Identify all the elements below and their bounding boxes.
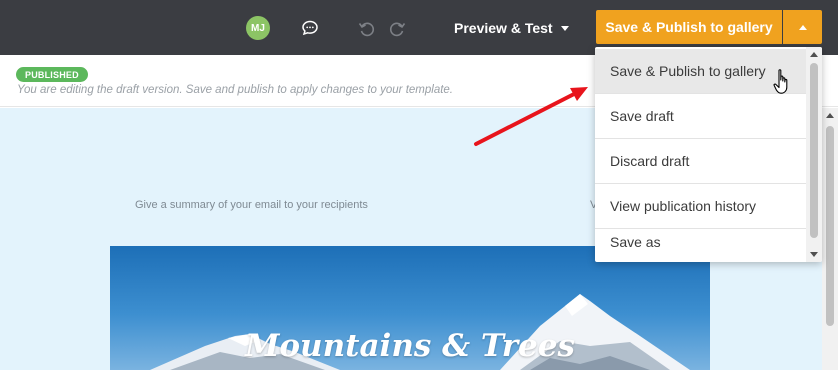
scrollbar-thumb[interactable] <box>826 126 834 326</box>
status-badge: PUBLISHED <box>16 67 88 82</box>
preheader-summary[interactable]: Give a summary of your email to your rec… <box>135 199 368 211</box>
publish-menu-toggle[interactable] <box>783 10 822 44</box>
hero-title: Mountains & Trees <box>245 328 575 364</box>
scroll-up-icon[interactable] <box>826 113 834 118</box>
comment-icon[interactable] <box>298 16 322 40</box>
user-avatar[interactable]: MJ <box>246 16 270 40</box>
save-publish-button[interactable]: Save & Publish to gallery <box>596 10 782 44</box>
hero-image[interactable]: Mountains & Trees <box>110 246 710 370</box>
menu-item-save-draft[interactable]: Save draft <box>595 94 806 139</box>
scroll-up-icon[interactable] <box>810 52 818 57</box>
chevron-down-icon <box>560 25 569 31</box>
undo-icon[interactable] <box>354 16 378 40</box>
preview-test-label: Preview & Test <box>454 20 553 36</box>
hand-cursor-icon <box>773 69 788 94</box>
redo-icon[interactable] <box>386 16 410 40</box>
menu-item-discard-draft[interactable]: Discard draft <box>595 139 806 184</box>
page-scrollbar[interactable] <box>822 108 838 370</box>
scroll-down-icon[interactable] <box>810 252 818 257</box>
dropdown-scrollbar-thumb[interactable] <box>810 63 818 238</box>
preview-test-button[interactable]: Preview & Test <box>444 14 579 42</box>
dropdown-scrollbar[interactable] <box>806 47 822 262</box>
draft-hint-text: You are editing the draft version. Save … <box>17 84 454 96</box>
chevron-up-icon <box>798 24 807 30</box>
menu-item-save-as[interactable]: Save as <box>595 219 806 262</box>
annotation-arrow-icon <box>474 87 588 146</box>
